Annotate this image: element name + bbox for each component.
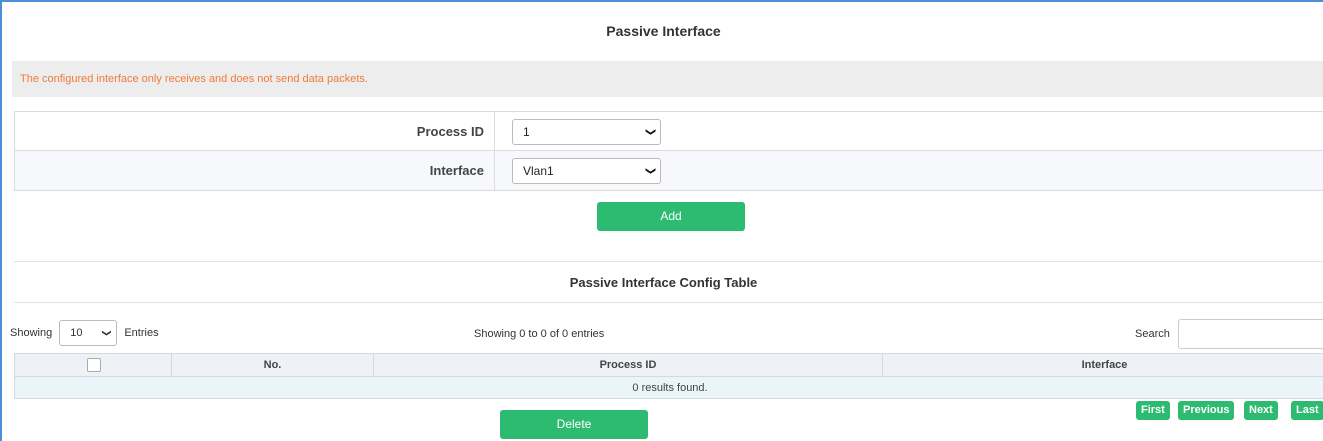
section-divider: [14, 261, 1323, 262]
chevron-down-icon: ❯: [101, 329, 112, 337]
add-button[interactable]: Add: [597, 202, 745, 231]
table-info: Showing 0 to 0 of 0 entries: [474, 328, 605, 340]
select-all-checkbox[interactable]: [87, 358, 101, 372]
chevron-down-icon: ❯: [644, 127, 656, 137]
delete-button[interactable]: Delete: [500, 410, 648, 439]
header-no: No.: [172, 354, 374, 376]
table-title-divider: [14, 302, 1323, 303]
interface-select[interactable]: Vlan1 ❯: [512, 158, 661, 184]
pager-next-button[interactable]: Next: [1244, 401, 1278, 420]
search-label: Search: [1135, 328, 1170, 340]
header-process-id: Process ID: [374, 354, 883, 376]
empty-table-row: 0 results found.: [14, 377, 1323, 399]
process-id-label: Process ID: [15, 112, 495, 150]
entries-label: Entries: [124, 327, 159, 339]
interface-label: Interface: [15, 151, 495, 190]
pager-previous-button[interactable]: Previous: [1178, 401, 1235, 420]
form-row-interface: Interface Vlan1 ❯: [15, 151, 1323, 190]
entries-select[interactable]: 10 ❯: [59, 320, 118, 347]
showing-label: Showing: [10, 327, 53, 339]
header-select-all: [15, 354, 172, 376]
header-interface: Interface: [1081, 359, 1128, 371]
entries-value: 10: [70, 327, 83, 340]
entries-control: Showing 10 ❯ Entries: [10, 319, 159, 347]
config-form: Process ID 1 ❯ Interface Vlan1 ❯: [14, 111, 1323, 191]
page-title: Passive Interface: [606, 23, 721, 39]
page-frame: Passive Interface The configured interfa…: [0, 0, 1323, 441]
process-id-select[interactable]: 1 ❯: [512, 119, 661, 145]
interface-value: Vlan1: [523, 164, 554, 178]
search-input[interactable]: [1178, 319, 1323, 349]
table-title: Passive Interface Config Table: [569, 275, 758, 290]
form-row-process-id: Process ID 1 ❯: [15, 112, 1323, 151]
chevron-down-icon: ❯: [644, 166, 656, 176]
table-header: No. Process ID Interface: [14, 353, 1323, 377]
pager-last-button[interactable]: Last: [1291, 401, 1323, 420]
info-notice: The configured interface only receives a…: [12, 61, 1323, 97]
process-id-value: 1: [523, 125, 530, 139]
pager-first-button[interactable]: First: [1136, 401, 1170, 420]
